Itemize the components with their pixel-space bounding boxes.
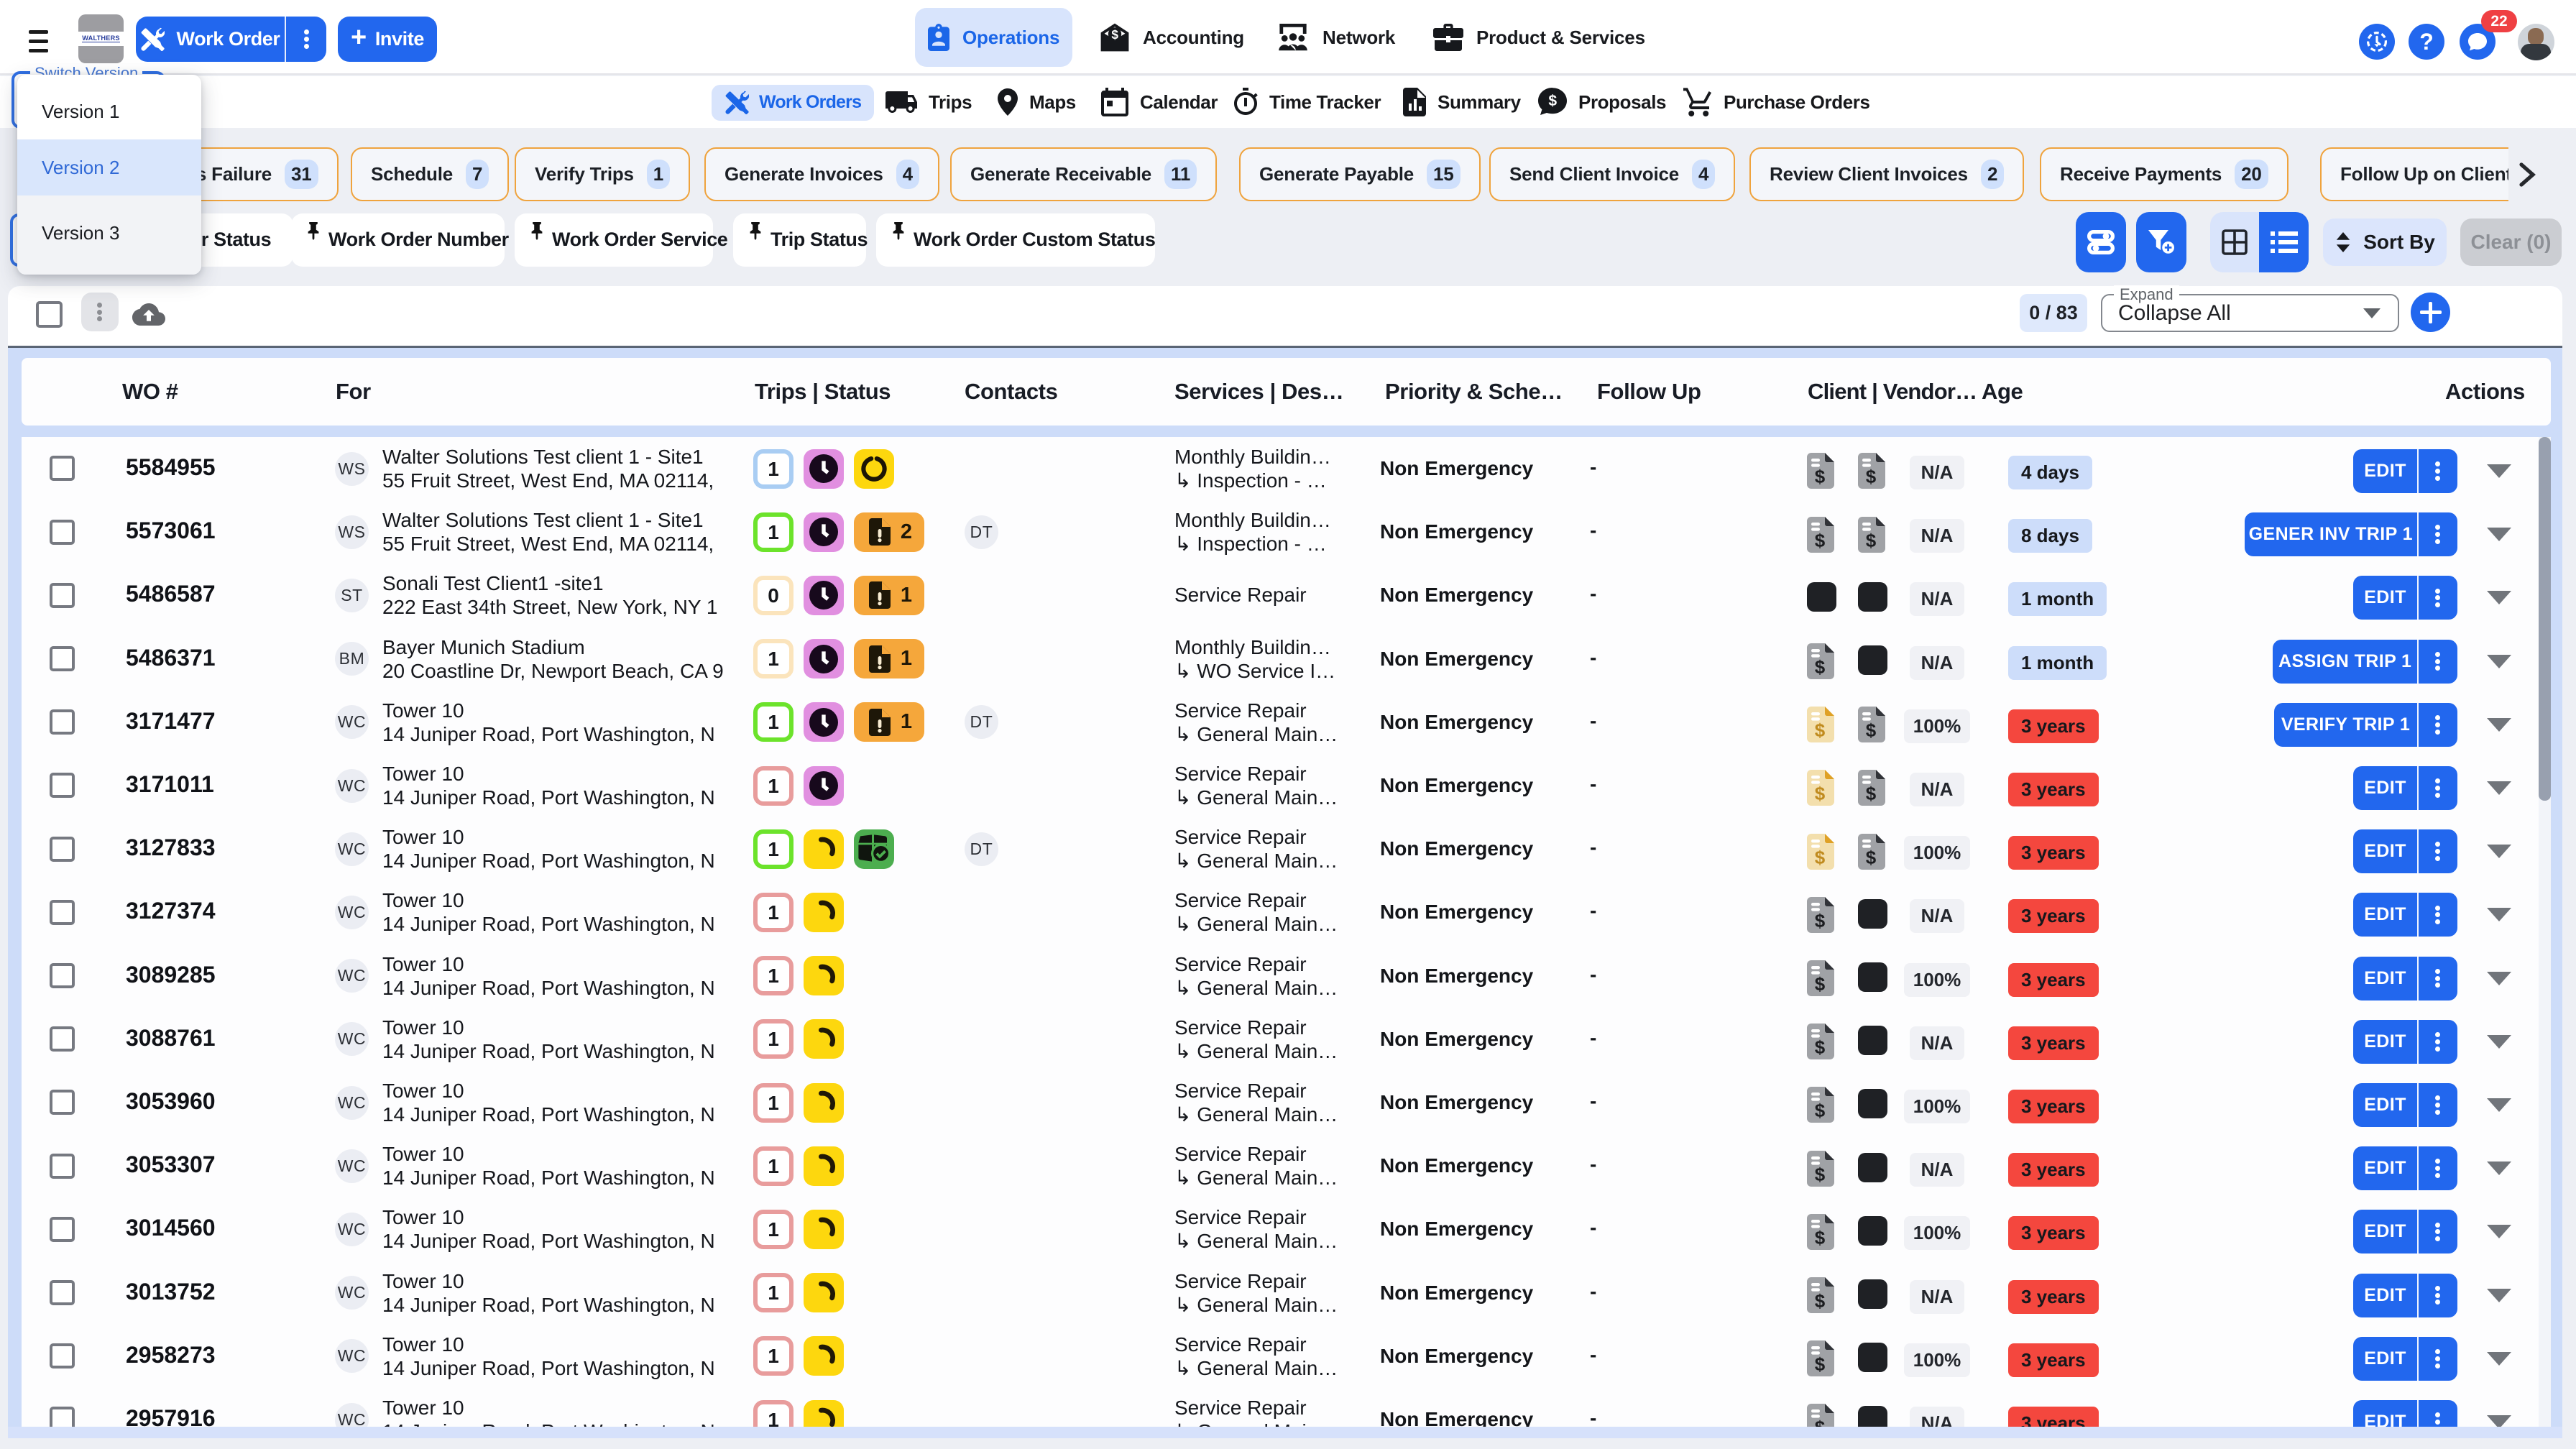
svg-text:$: $ <box>1866 719 1877 741</box>
svg-text:$: $ <box>1111 27 1118 42</box>
svg-text:$: $ <box>1548 93 1557 109</box>
svg-text:$: $ <box>1815 1227 1826 1248</box>
svg-text:$: $ <box>1815 783 1826 804</box>
svg-text:$: $ <box>1815 466 1826 487</box>
svg-text:$: $ <box>1866 847 1877 868</box>
svg-text:$: $ <box>1815 719 1826 741</box>
svg-text:$: $ <box>1815 1417 1826 1427</box>
svg-text:$: $ <box>1815 1164 1826 1185</box>
svg-text:$: $ <box>1866 530 1877 551</box>
svg-text:$: $ <box>1866 466 1877 487</box>
svg-text:$: $ <box>1815 656 1826 678</box>
svg-text:$: $ <box>1815 973 1826 995</box>
svg-text:$: $ <box>1815 530 1826 551</box>
svg-text:$: $ <box>1815 1036 1826 1058</box>
svg-text:$: $ <box>1815 1353 1826 1375</box>
svg-text:$: $ <box>1866 783 1877 804</box>
svg-text:$: $ <box>1815 1100 1826 1121</box>
svg-text:$: $ <box>1815 847 1826 868</box>
svg-text:$: $ <box>1815 1290 1826 1312</box>
svg-text:$: $ <box>1815 910 1826 932</box>
